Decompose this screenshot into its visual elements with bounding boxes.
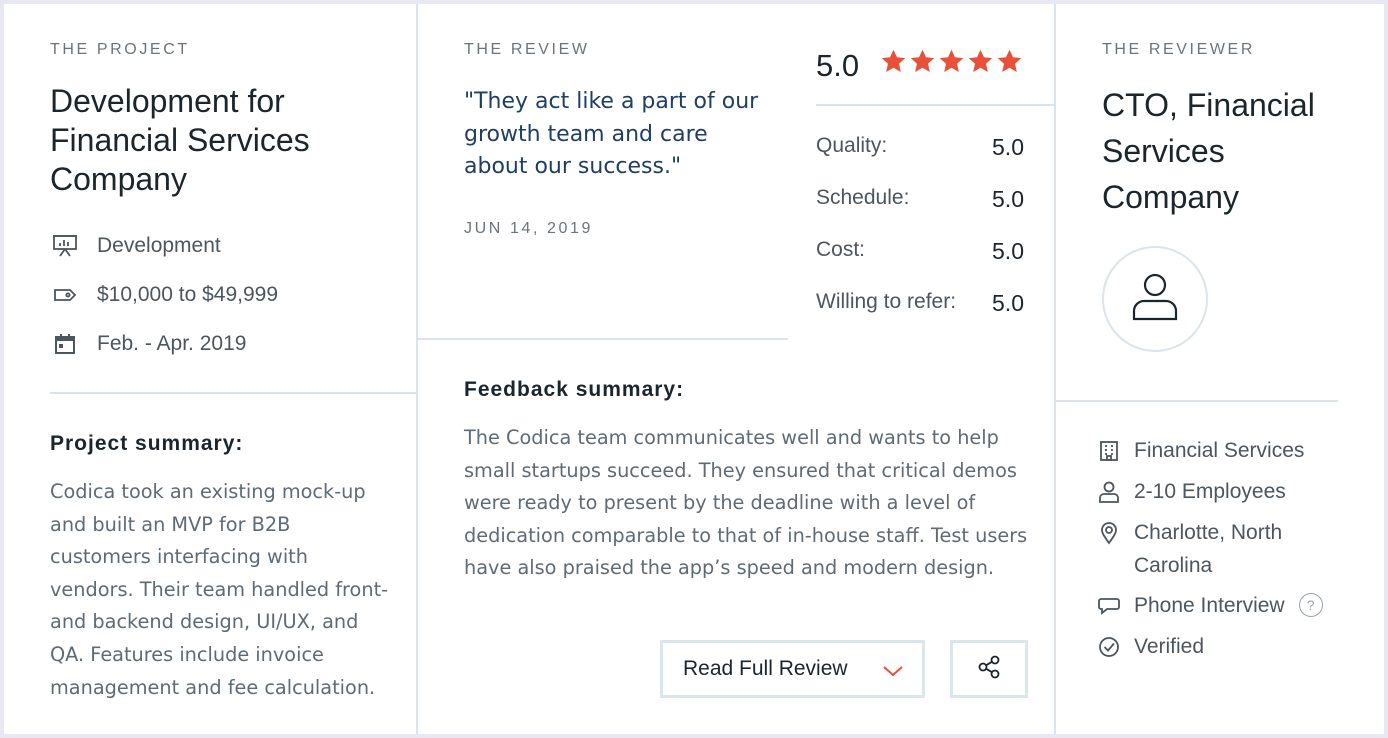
location-label: Charlotte, North Carolina (1134, 521, 1283, 577)
project-summary-text: Codica took an existing mock-up and buil… (50, 480, 389, 699)
rating-value: 5.0 (992, 238, 1024, 264)
person-icon (1096, 475, 1122, 508)
feedback-summary-text: The Codica team communicates well and wa… (464, 426, 1028, 580)
reviewer-eyebrow: THE REVIEWER (1102, 41, 1255, 58)
star-icon (939, 49, 964, 72)
interview-row: Phone Interview ? (1096, 589, 1323, 622)
calendar-icon (50, 332, 80, 356)
dates-row: Feb. - Apr. 2019 (50, 332, 246, 356)
review-date: JUN 14, 2019 (464, 220, 594, 237)
service-row: Development (50, 234, 221, 258)
project-eyebrow: THE PROJECT (50, 41, 190, 58)
rating-label: Quality: (816, 134, 888, 157)
verified-label: Verified (1134, 635, 1205, 658)
verified-row: Verified (1096, 630, 1204, 663)
speech-bubble-icon (1096, 589, 1122, 622)
divider (418, 338, 788, 340)
avatar (1102, 246, 1208, 352)
rating-row-cost: Cost: 5.0 (816, 238, 1024, 265)
reviewer-title: CTO, Financial Services Company (1102, 87, 1315, 215)
user-icon (1130, 271, 1180, 328)
rating-row-schedule: Schedule: 5.0 (816, 186, 1024, 213)
read-full-review-button[interactable]: Read Full Review (660, 640, 925, 698)
rating-value: 5.0 (992, 186, 1024, 212)
budget-row: $10,000 to $49,999 (50, 283, 278, 307)
rating-label: Cost: (816, 238, 866, 261)
chevron-down-icon (882, 660, 904, 684)
interview-label: Phone Interview (1134, 594, 1285, 617)
star-icon (910, 49, 935, 72)
industry-label: Financial Services (1134, 439, 1305, 462)
share-button[interactable] (950, 640, 1028, 698)
column-divider (416, 4, 418, 734)
project-summary-heading: Project summary: (50, 432, 244, 455)
divider (50, 392, 416, 394)
divider (1056, 400, 1338, 402)
rating-label: Schedule: (816, 186, 910, 209)
industry-row: Financial Services (1096, 434, 1304, 467)
help-icon[interactable]: ? (1298, 593, 1323, 617)
review-card: THE PROJECT Development for Financial Se… (4, 4, 1384, 734)
column-divider (1054, 4, 1056, 734)
feedback-summary-heading: Feedback summary: (464, 378, 685, 401)
read-full-review-label: Read Full Review (683, 657, 848, 680)
share-icon (976, 654, 1002, 685)
location-pin-icon (1096, 516, 1122, 549)
star-rating (880, 48, 1023, 75)
dates-label: Feb. - Apr. 2019 (97, 332, 247, 355)
rating-row-quality: Quality: 5.0 (816, 134, 1024, 161)
project-title: Development for Financial Services Compa… (50, 83, 310, 197)
rating-value: 5.0 (992, 290, 1024, 316)
company-size-row: 2-10 Employees (1096, 475, 1286, 508)
location-row: Charlotte, North Carolina (1096, 516, 1326, 582)
star-icon (968, 49, 993, 72)
presentation-icon (50, 234, 80, 258)
budget-label: $10,000 to $49,999 (97, 283, 279, 306)
rating-value: 5.0 (992, 134, 1024, 160)
service-label: Development (97, 234, 221, 257)
rating-row-refer: Willing to refer: 5.0 (816, 290, 1024, 317)
overall-rating: 5.0 (816, 48, 860, 83)
review-quote: "They act like a part of our growth team… (464, 89, 759, 179)
company-size-label: 2-10 Employees (1134, 480, 1286, 503)
check-circle-icon (1096, 630, 1122, 663)
rating-label: Willing to refer: (816, 290, 957, 313)
price-tag-icon (50, 283, 80, 307)
building-icon (1096, 434, 1122, 467)
star-icon (881, 49, 906, 72)
star-icon (997, 49, 1022, 72)
divider (816, 104, 1054, 106)
review-eyebrow: THE REVIEW (464, 41, 590, 58)
